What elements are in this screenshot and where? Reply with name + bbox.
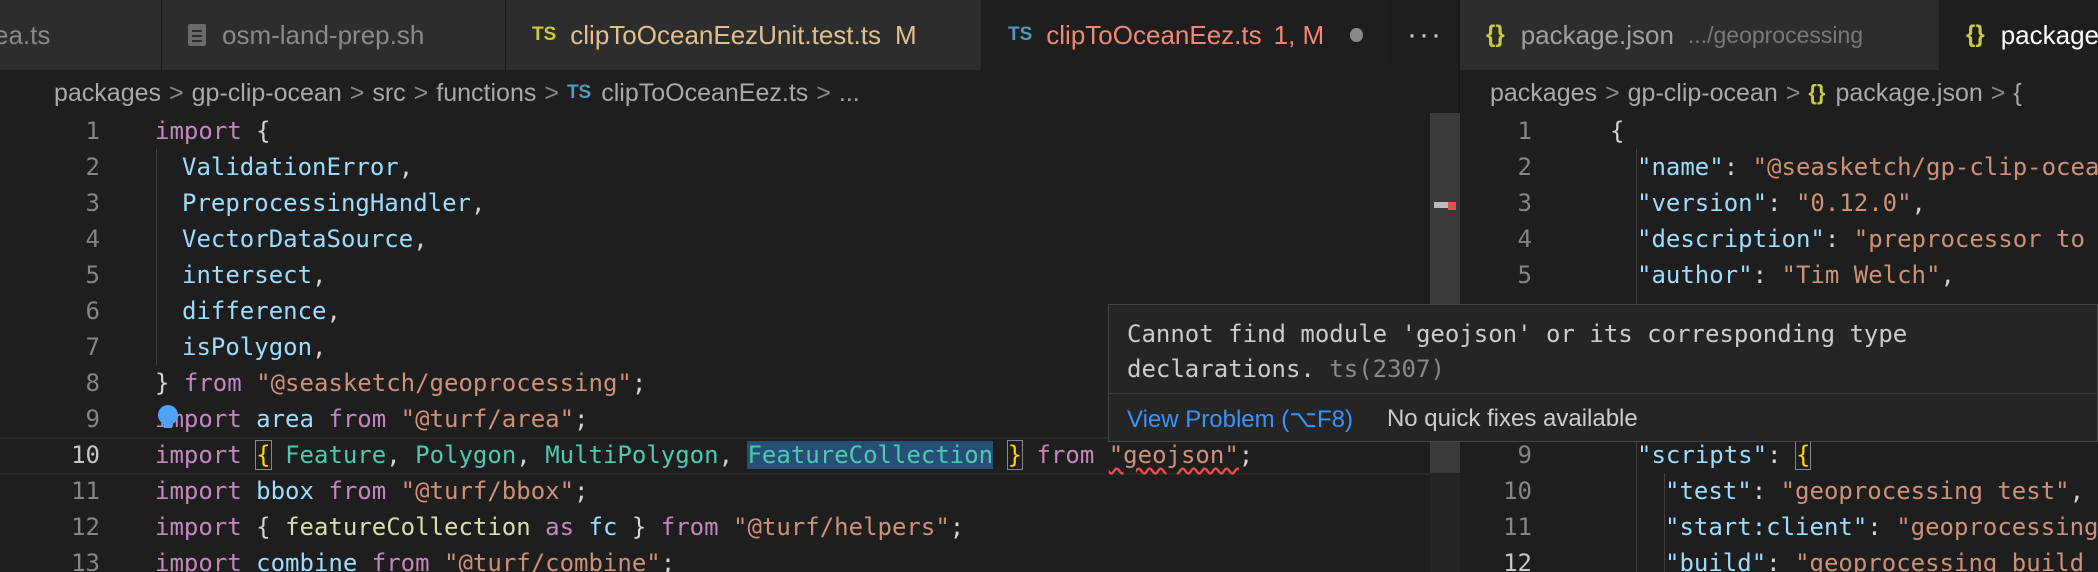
- line-number: 10: [1503, 477, 1532, 505]
- breadcrumb-item[interactable]: functions: [436, 79, 536, 108]
- chevron-right-icon: >: [816, 78, 831, 107]
- breadcrumb: packages > gp-clip-ocean > {} package.json…: [1490, 74, 2098, 112]
- tab-label: ea.ts: [0, 19, 51, 50]
- scrollbar-selection-marker: [1434, 202, 1448, 208]
- chevron-right-icon: >: [349, 78, 365, 107]
- file-icon: [188, 24, 206, 46]
- scrollbar-error-marker: [1448, 202, 1456, 210]
- tab-label: osm-land-prep.sh: [222, 19, 425, 50]
- line-number: 5: [1517, 261, 1532, 289]
- tab-osm-land-prep[interactable]: osm-land-prep.sh: [162, 0, 506, 70]
- tab-label: clipToOceanEezUnit.test.ts: [570, 19, 881, 50]
- chevron-right-icon: >: [1605, 78, 1620, 107]
- tab-label: package: [2000, 19, 2098, 50]
- breadcrumb-item[interactable]: packages: [1490, 79, 1597, 108]
- line-number: 1: [85, 117, 100, 145]
- tab-clip-to-ocean-eez-unit-test[interactable]: TS clipToOceanEezUnit.test.ts M: [506, 0, 982, 70]
- breadcrumb-item[interactable]: {: [2013, 79, 2021, 108]
- typescript-icon: TS: [566, 82, 592, 103]
- tab-clip-to-ocean-eez[interactable]: TS clipToOceanEez.ts 1, M: [982, 0, 1390, 70]
- tab-ea-ts[interactable]: ea.ts: [0, 0, 162, 70]
- code-line: 12 import { featureCollection as fc } fro…: [0, 509, 1460, 545]
- typescript-icon: TS: [1008, 24, 1033, 45]
- code-line: 4 VectorDataSource,: [0, 221, 1460, 257]
- line-number: 9: [85, 405, 100, 433]
- line-number: 5: [85, 261, 100, 289]
- line-number: 6: [85, 297, 100, 325]
- no-quick-fixes-label: No quick fixes available: [1386, 405, 1638, 432]
- more-icon: ···: [1407, 18, 1443, 51]
- code-line: 13 import combine from "@turf/combine";: [0, 545, 1460, 572]
- line-number: 2: [1517, 153, 1532, 181]
- breadcrumb: packages > gp-clip-ocean > src > functions >…: [54, 74, 1444, 112]
- typescript-icon: TS: [532, 24, 557, 45]
- tab-bar-left: ea.ts osm-land-prep.sh TS clipToOceanEez…: [0, 0, 1460, 70]
- modified-badge: M: [894, 19, 917, 50]
- code-line: 11 import bbox from "@turf/bbox";: [0, 473, 1460, 509]
- line-number: 3: [85, 189, 100, 217]
- lightbulb-icon[interactable]: [158, 405, 178, 428]
- code-line: 10 "test": "geoprocessing test",: [1460, 473, 2098, 509]
- breadcrumb-item[interactable]: gp-clip-ocean: [1628, 79, 1778, 108]
- line-number: 4: [85, 225, 100, 253]
- line-number: 4: [1517, 225, 1532, 253]
- error-code: ts(2307): [1329, 355, 1445, 383]
- code-line: 1 import {: [0, 113, 1460, 149]
- code-line: 2 ValidationError,: [0, 149, 1460, 185]
- error-hover-widget: Cannot find module 'geojson' or its corr…: [1108, 304, 2098, 442]
- json-icon: {}: [1808, 80, 1826, 105]
- line-number: 11: [71, 477, 100, 505]
- breadcrumb-item[interactable]: ...: [839, 79, 860, 108]
- chevron-right-icon: >: [169, 78, 184, 107]
- chevron-right-icon: >: [544, 78, 559, 107]
- hover-message: Cannot find module 'geojson' or its corr…: [1127, 317, 2087, 387]
- line-number: 1: [1517, 117, 1532, 145]
- tab-label: package.json: [1520, 19, 1674, 50]
- tab-label: clipToOceanEez.ts: [1046, 19, 1262, 50]
- hover-message-line: Cannot find module 'geojson' or its corr…: [1127, 320, 1908, 348]
- code-line: 11 "start:client": "geoprocessing: [1460, 509, 2098, 545]
- line-number: 3: [1517, 189, 1532, 217]
- breadcrumb-item[interactable]: packages: [54, 79, 161, 108]
- chevron-right-icon: >: [413, 78, 429, 107]
- line-number: 2: [85, 153, 100, 181]
- line-number: 10: [71, 441, 100, 469]
- line-number: 7: [85, 333, 100, 361]
- code-line: 1{: [1460, 113, 2098, 149]
- tab-bar-right: {} package.json .../geoprocessing {} pac…: [1460, 0, 2098, 70]
- code-line: 4 "description": "preprocessor to: [1460, 221, 2098, 257]
- json-icon: {}: [1486, 21, 1505, 48]
- code-line: 3 PreprocessingHandler,: [0, 185, 1460, 221]
- breadcrumb-item[interactable]: clipToOceanEez.ts: [601, 79, 808, 108]
- line-number: 8: [85, 369, 100, 397]
- line-number: 12: [71, 513, 100, 541]
- line-number: 13: [71, 549, 100, 572]
- tab-package-json-geoprocessing[interactable]: {} package.json .../geoprocessing: [1460, 0, 1940, 70]
- more-actions-button[interactable]: ···: [1390, 0, 1460, 70]
- code-line: 5 intersect,: [0, 257, 1460, 293]
- unsaved-dot-icon[interactable]: [1350, 28, 1363, 42]
- breadcrumb-item[interactable]: gp-clip-ocean: [192, 79, 342, 108]
- problem-modified-badge: 1, M: [1273, 19, 1325, 50]
- tab-package-json[interactable]: {} package: [1940, 0, 2098, 70]
- code-line: 2 "name": "@seasketch/gp-clip-ocean: [1460, 149, 2098, 185]
- code-line: 3 "version": "0.12.0",: [1460, 185, 2098, 221]
- json-icon: {}: [1966, 21, 1985, 48]
- chevron-right-icon: >: [1785, 78, 1801, 107]
- line-number: 11: [1503, 513, 1532, 541]
- hover-message-line: declarations.: [1127, 355, 1315, 383]
- chevron-right-icon: >: [1990, 78, 2006, 107]
- view-problem-link[interactable]: View Problem (⌥F8): [1127, 405, 1353, 434]
- tab-detail: .../geoprocessing: [1687, 21, 1864, 48]
- code-line: 5 "author": "Tim Welch",: [1460, 257, 2098, 293]
- code-line: 12 "build": "geoprocessing build: [1460, 545, 2098, 572]
- breadcrumb-item[interactable]: package.json: [1835, 79, 1982, 108]
- breadcrumb-item[interactable]: src: [372, 79, 405, 108]
- line-number: 12: [1503, 549, 1532, 572]
- hover-actions: View Problem (⌥F8) No quick fixes availa…: [1109, 393, 2097, 444]
